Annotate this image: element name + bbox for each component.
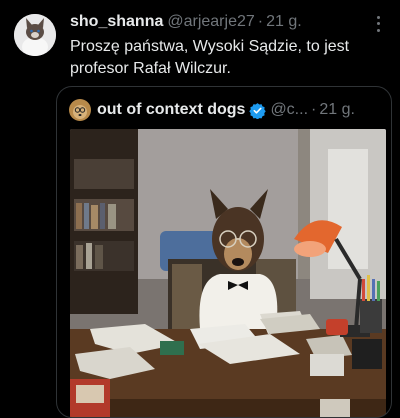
author-name[interactable]: sho_shanna xyxy=(70,13,163,31)
tweet[interactable]: sho_shanna @arjearje27 · 21 g. Proszę pa… xyxy=(0,0,400,418)
author-handle[interactable]: @arjearje27 xyxy=(167,13,254,31)
separator-dot: · xyxy=(311,101,317,118)
quoted-tweet-timestamp[interactable]: 21 g. xyxy=(319,101,355,119)
separator-dot: · xyxy=(257,13,264,30)
quoted-tweet[interactable]: out of context dogs @c... · 21 g. xyxy=(56,86,392,418)
cat-avatar-image xyxy=(14,14,56,56)
quoted-tweet-header: out of context dogs @c... · 21 g. xyxy=(69,97,381,123)
quoted-author-handle[interactable]: @c... xyxy=(270,101,308,119)
quoted-author-avatar[interactable] xyxy=(69,99,91,121)
tweet-text: Proszę państwa, Wysoki Sądzie, to jest p… xyxy=(70,38,350,77)
dog-professor-photo xyxy=(70,129,386,417)
tweet-timestamp[interactable]: 21 g. xyxy=(266,13,302,31)
quoted-tweet-photo[interactable] xyxy=(70,129,386,417)
quoted-author-name[interactable]: out of context dogs xyxy=(97,101,245,119)
more-vertical-icon[interactable] xyxy=(372,14,384,34)
tweet-header: sho_shanna @arjearje27 · 21 g. xyxy=(70,13,370,35)
dog-avatar-image xyxy=(69,99,91,121)
user-avatar[interactable] xyxy=(14,14,56,56)
verified-badge-icon xyxy=(249,102,267,119)
